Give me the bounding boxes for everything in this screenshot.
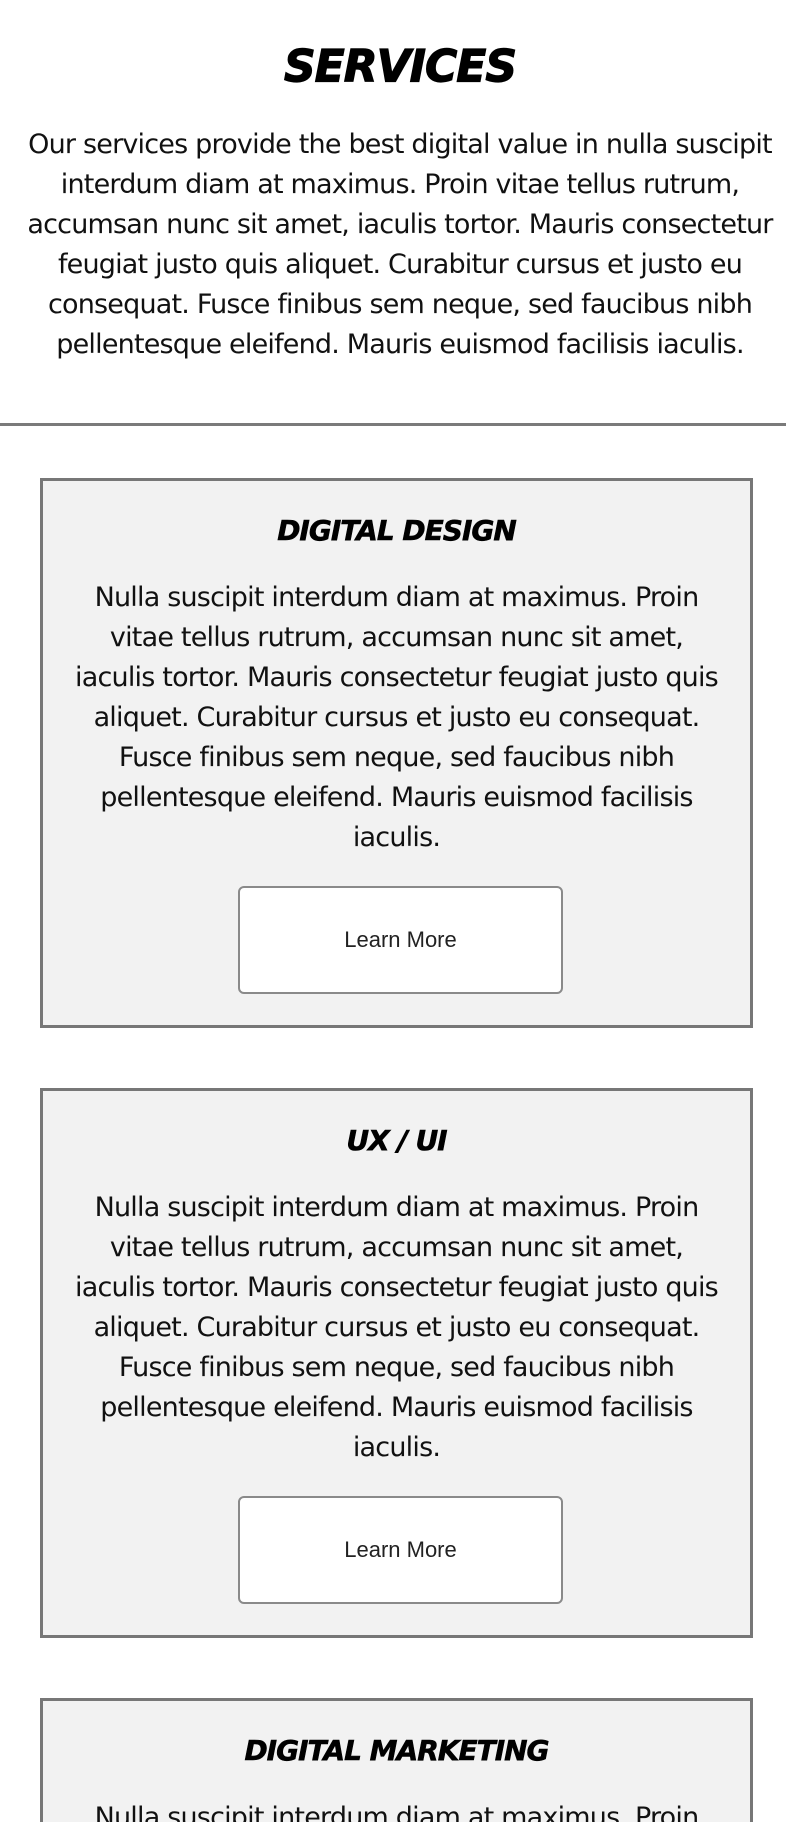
card-description: Nulla suscipit interdum diam at maximus.… [94,1802,700,1822]
card-title: DIGITAL DESIGN [277,514,517,548]
service-card-digital-marketing: DIGITAL MARKETING Nulla suscipit interdu… [40,1698,753,1822]
card-title: DIGITAL MARKETING [244,1734,550,1768]
service-card-digital-design: DIGITAL DESIGN Nulla suscipit interdum d… [40,478,753,1028]
learn-more-button[interactable]: Learn More [238,1496,563,1604]
card-description: Nulla suscipit interdum diam at maximus.… [75,582,719,853]
page-title: SERVICES [283,40,517,93]
card-description: Nulla suscipit interdum diam at maximus.… [75,1192,719,1463]
services-page: SERVICES Our services provide the best d… [0,0,786,1822]
section-divider [0,423,786,426]
card-title: UX / UI [346,1124,448,1158]
service-card-ux-ui: UX / UI Nulla suscipit interdum diam at … [40,1088,753,1638]
services-intro: Our services provide the best digital va… [27,129,773,360]
learn-more-button[interactable]: Learn More [238,886,563,994]
